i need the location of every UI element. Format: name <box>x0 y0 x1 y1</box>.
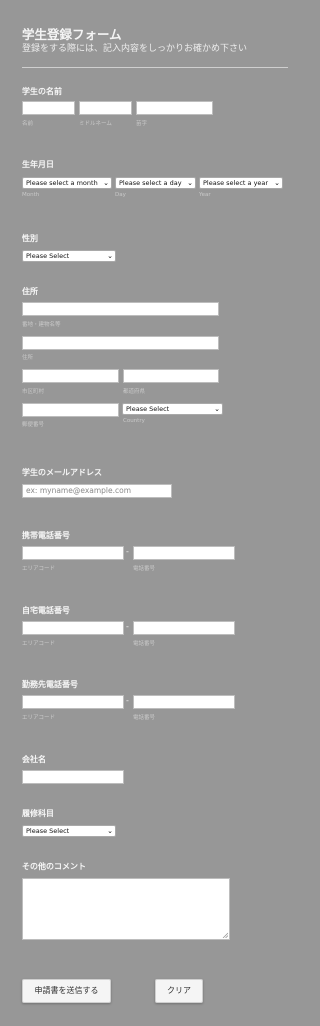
birth-month-value: Please select a month <box>26 179 98 187</box>
gender-value: Please Select <box>26 252 70 260</box>
home-area-code-input[interactable] <box>22 621 124 635</box>
last-name-input[interactable] <box>136 101 213 115</box>
comment-label: その他のコメント <box>22 862 86 871</box>
comment-textarea[interactable] <box>22 878 230 940</box>
chevron-down-icon: ⌄ <box>103 179 109 187</box>
home-number-input[interactable] <box>133 621 235 635</box>
clear-button[interactable]: クリア <box>155 979 203 1003</box>
city-sublabel: 市区町村 <box>22 389 45 395</box>
street-address-sublabel: 番地・建物名等 <box>22 322 61 328</box>
country-value: Please Select <box>126 405 170 413</box>
chevron-down-icon: ⌄ <box>107 827 113 835</box>
birth-year-select[interactable]: Please select a year ⌄ <box>199 177 283 189</box>
mobile-area-code-sublabel: エリアコード <box>22 566 56 572</box>
chevron-down-icon: ⌄ <box>214 405 220 413</box>
work-separator: - <box>126 696 129 705</box>
first-name-sublabel: 名前 <box>22 121 34 127</box>
email-input[interactable]: ex: myname@example.com <box>22 484 172 498</box>
address-label: 住所 <box>22 287 38 296</box>
state-sublabel: 都道府県 <box>123 389 146 395</box>
mobile-number-input[interactable] <box>133 546 235 560</box>
mobile-number-sublabel: 電話番号 <box>133 566 156 572</box>
birth-day-sublabel: Day <box>115 192 126 198</box>
course-select[interactable]: Please Select ⌄ <box>22 825 116 837</box>
course-label: 履修科目 <box>22 809 54 818</box>
work-area-code-sublabel: エリアコード <box>22 715 56 721</box>
company-label: 会社名 <box>22 755 46 764</box>
chevron-down-icon: ⌄ <box>187 179 193 187</box>
home-phone-label: 自宅電話番号 <box>22 606 70 615</box>
resize-grip-icon[interactable] <box>222 932 228 938</box>
first-name-input[interactable] <box>22 101 75 115</box>
birth-year-value: Please select a year <box>203 179 269 187</box>
middle-name-input[interactable] <box>79 101 132 115</box>
work-area-code-input[interactable] <box>22 695 124 709</box>
mobile-phone-label: 携帯電話番号 <box>22 531 70 540</box>
header-divider <box>22 67 288 68</box>
student-name-label: 学生の名前 <box>22 87 62 96</box>
gender-select[interactable]: Please Select ⌄ <box>22 250 116 262</box>
city-input[interactable] <box>22 369 119 383</box>
birth-year-sublabel: Year <box>199 192 211 198</box>
home-area-code-sublabel: エリアコード <box>22 641 56 647</box>
home-number-sublabel: 電話番号 <box>133 641 156 647</box>
last-name-sublabel: 苗字 <box>136 121 148 127</box>
street-address-line2-sublabel: 住所 <box>22 355 34 361</box>
email-placeholder: ex: myname@example.com <box>26 486 132 495</box>
zip-code-input[interactable] <box>22 403 119 417</box>
company-input[interactable] <box>22 770 124 784</box>
mobile-area-code-input[interactable] <box>22 546 124 560</box>
mobile-separator: - <box>126 547 129 556</box>
street-address-line2-input[interactable] <box>22 336 219 350</box>
chevron-down-icon: ⌄ <box>274 179 280 187</box>
country-sublabel: Country <box>123 418 145 424</box>
work-phone-label: 勤務先電話番号 <box>22 680 78 689</box>
work-number-sublabel: 電話番号 <box>133 715 156 721</box>
form-subtitle: 登録をする際には、記入内容をしっかりお確かめ下さい <box>22 44 248 54</box>
birth-date-label: 生年月日 <box>22 160 54 169</box>
submit-button[interactable]: 申請書を送信する <box>22 979 111 1003</box>
chevron-down-icon: ⌄ <box>107 252 113 260</box>
email-label: 学生のメールアドレス <box>22 468 102 477</box>
middle-name-sublabel: ミドルネーム <box>79 121 112 127</box>
birth-month-select[interactable]: Please select a month ⌄ <box>22 177 112 189</box>
birth-day-value: Please select a day <box>119 179 182 187</box>
work-number-input[interactable] <box>133 695 235 709</box>
zip-code-sublabel: 郵便番号 <box>22 422 45 428</box>
state-input[interactable] <box>123 369 219 383</box>
course-value: Please Select <box>26 827 70 835</box>
gender-label: 性別 <box>22 234 38 243</box>
street-address-input[interactable] <box>22 302 219 316</box>
home-separator: - <box>126 622 129 631</box>
country-select[interactable]: Please Select ⌄ <box>122 403 223 415</box>
birth-month-sublabel: Month <box>22 192 40 198</box>
birth-day-select[interactable]: Please select a day ⌄ <box>115 177 196 189</box>
